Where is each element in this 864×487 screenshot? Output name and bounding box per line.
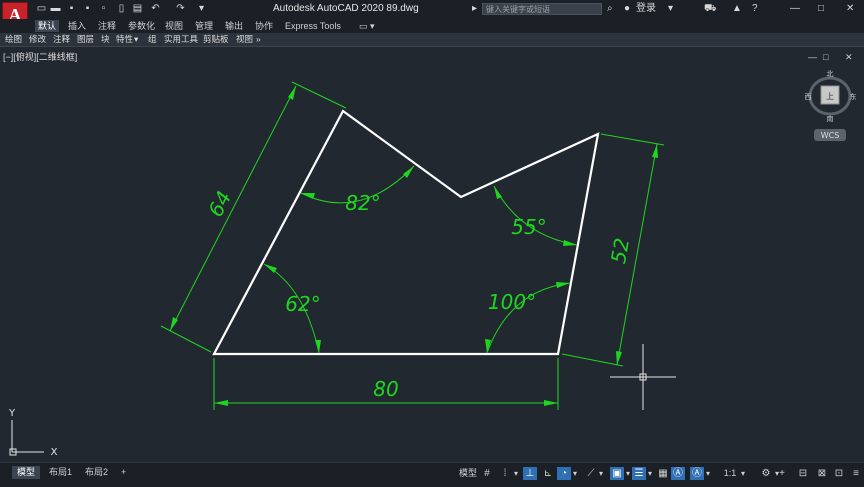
lineweight-icon[interactable]: ☰: [632, 467, 646, 480]
snap-dropdown-icon[interactable]: ▾: [512, 467, 520, 480]
dim-left-line: [169, 85, 297, 332]
arrow-left-top: [288, 86, 296, 100]
dim-text-80: 80: [373, 377, 398, 401]
dim-left-ext-top: [291, 81, 347, 109]
wcs-button[interactable]: WCS: [821, 131, 840, 140]
ucs-x-label: X: [51, 447, 58, 458]
dim-right-ext-top: [600, 133, 665, 146]
isodraft-icon[interactable]: ◔: [557, 467, 571, 480]
angle-text-55: 55°: [511, 215, 546, 239]
snap-icon[interactable]: ⁞: [498, 467, 512, 480]
angle-text-62: 62°: [285, 292, 320, 316]
add-layout-button[interactable]: +: [116, 466, 131, 479]
arrow-left-bottom: [170, 317, 178, 331]
dim-left-ext-bottom: [160, 325, 212, 353]
arrow-100-a: [556, 282, 570, 288]
isolate-icon[interactable]: ⊡: [832, 467, 846, 480]
arrow-62-b: [315, 340, 321, 353]
dim-text-64: 64: [203, 187, 236, 221]
tab-layout2[interactable]: 布局2: [80, 466, 113, 479]
tab-layout1[interactable]: 布局1: [44, 466, 77, 479]
ucs-y-label: Y: [8, 408, 16, 419]
object-track-icon[interactable]: ⟋: [584, 467, 598, 480]
scale-value[interactable]: 1:1: [721, 467, 739, 480]
ann-dropdown-icon[interactable]: ▾: [704, 467, 712, 480]
arrow-55-a: [494, 186, 502, 199]
ucs-icon: [9, 420, 44, 456]
arrow-bottom-right: [544, 400, 558, 406]
lw-dropdown-icon[interactable]: ▾: [646, 467, 654, 480]
osnap-dropdown-icon[interactable]: ▾: [624, 467, 632, 480]
scale-dropdown-icon[interactable]: ▾: [739, 467, 747, 480]
viewcube-east[interactable]: 东: [850, 92, 857, 101]
arrow-right-bottom: [616, 351, 622, 365]
arrow-82-b: [403, 166, 414, 178]
arrow-82-a: [301, 193, 315, 199]
model-space-button[interactable]: 模型: [457, 467, 479, 480]
drawing-svg: 80 64 52 82° 55° 62° 100° Y X 上 北 南 西 东 …: [8, 70, 857, 458]
arrow-bottom-left: [214, 400, 228, 406]
dim-right-ext-bottom: [561, 353, 624, 367]
arrow-55-b: [563, 240, 577, 246]
grid-icon[interactable]: #: [480, 467, 494, 480]
osnap-icon[interactable]: ▣: [610, 467, 624, 480]
viewcube-north[interactable]: 北: [827, 70, 834, 78]
workspace-gear-icon[interactable]: ⚙: [759, 467, 773, 480]
arrow-right-top: [652, 144, 658, 158]
annotation-monitor-icon[interactable]: +: [775, 467, 789, 480]
polar-icon[interactable]: ⊾: [541, 467, 555, 480]
dim-text-52: 52: [606, 236, 634, 265]
tab-model[interactable]: 模型: [12, 466, 41, 479]
angle-text-100: 100°: [488, 290, 536, 314]
units-icon[interactable]: ⊟: [796, 467, 810, 480]
hardware-accel-icon[interactable]: ⊠: [815, 467, 829, 480]
annotation-scale-icon[interactable]: Ⓐ: [690, 467, 704, 480]
viewcube-top-face[interactable]: 上: [826, 92, 834, 101]
track-dropdown-icon[interactable]: ▾: [597, 467, 605, 480]
viewcube-south[interactable]: 南: [827, 114, 834, 123]
angle-text-82: 82°: [345, 191, 380, 215]
ortho-icon[interactable]: ⊥: [523, 467, 537, 480]
transparency-icon[interactable]: ▦: [656, 467, 670, 480]
viewcube-west[interactable]: 西: [805, 93, 812, 101]
iso-dropdown-icon[interactable]: ▾: [571, 467, 579, 480]
annotation-visibility-icon[interactable]: Ⓐ: [671, 467, 685, 480]
customize-status-icon[interactable]: ≡: [849, 467, 863, 480]
